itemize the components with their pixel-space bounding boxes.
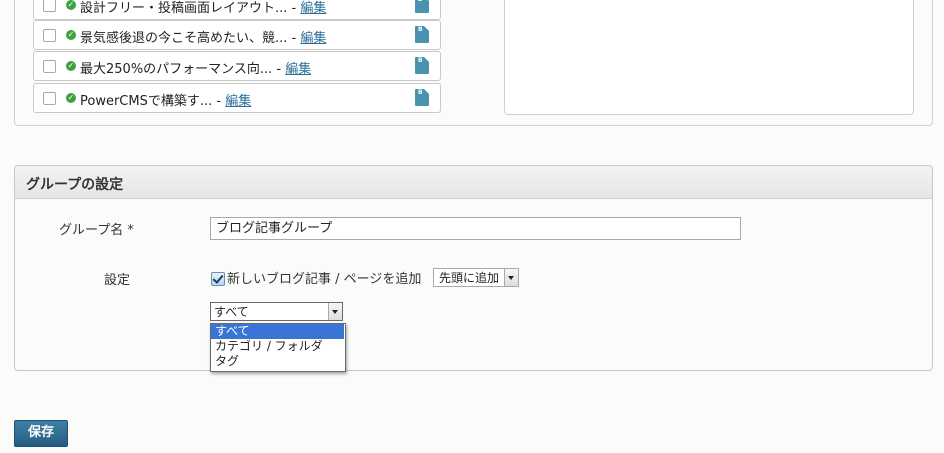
blog-entry-icon: B — [415, 0, 429, 13]
chevron-down-icon — [328, 303, 342, 320]
save-button[interactable]: 保存 — [14, 420, 68, 447]
entry-list: ✓ 設計フリー・投稿画面レイアウト... - 編集 B ✓ 景気感後退の今こそ高… — [33, 0, 441, 113]
panel-title: グループの設定 — [26, 177, 124, 193]
settings-label: 設定 — [104, 273, 131, 288]
check-circle-icon: ✓ — [66, 93, 76, 103]
group-items-pane[interactable] — [504, 0, 914, 115]
filter-option-tag[interactable]: タグ — [211, 354, 344, 369]
entry-title: PowerCMSで構築す... - — [80, 94, 226, 109]
filter-dropdown-list: すべて カテゴリ / フォルダ タグ — [210, 323, 346, 372]
chevron-down-icon — [504, 269, 518, 286]
check-circle-icon: ✓ — [66, 0, 76, 10]
add-new-checkbox[interactable] — [211, 272, 225, 286]
insert-position-value: 先頭に追加 — [439, 271, 500, 285]
blog-entry-icon: B — [415, 26, 429, 43]
entry-title: 最大250%のパフォーマンス向... - — [80, 62, 286, 77]
edit-link[interactable]: 編集 — [285, 62, 311, 77]
insert-position-select[interactable]: 先頭に追加 — [433, 268, 519, 287]
filter-option-all[interactable]: すべて — [211, 324, 344, 339]
entry-checkbox[interactable] — [43, 29, 56, 42]
check-circle-icon: ✓ — [66, 61, 76, 71]
entry-title: 設計フリー・投稿画面レイアウト... - — [80, 1, 301, 16]
list-item: ✓ PowerCMSで構築す... - 編集 B — [33, 83, 441, 113]
entry-checkbox[interactable] — [43, 92, 56, 105]
entry-title: 景気感後退の今こそ高めたい、競... - — [80, 31, 301, 46]
edit-link[interactable]: 編集 — [300, 31, 326, 46]
list-item: ✓ 景気感後退の今こそ高めたい、競... - 編集 B — [33, 20, 441, 50]
filter-select[interactable]: すべて — [210, 302, 343, 321]
group-name-input[interactable]: ブログ記事グループ — [210, 217, 741, 240]
entry-checkbox[interactable] — [43, 0, 56, 12]
add-new-label: 新しいブログ記事 / ページを追加 — [227, 272, 422, 287]
panel-header: グループの設定 — [15, 166, 932, 199]
group-name-label: グループ名 * — [59, 223, 134, 238]
filter-select-value: すべて — [214, 305, 249, 319]
list-item: ✓ 最大250%のパフォーマンス向... - 編集 B — [33, 51, 441, 81]
edit-link[interactable]: 編集 — [300, 1, 326, 16]
list-item: ✓ 設計フリー・投稿画面レイアウト... - 編集 B — [33, 0, 441, 20]
blog-entry-icon: B — [415, 57, 429, 74]
edit-link[interactable]: 編集 — [225, 94, 251, 109]
check-circle-icon: ✓ — [66, 30, 76, 40]
entry-checkbox[interactable] — [43, 60, 56, 73]
filter-option-category[interactable]: カテゴリ / フォルダ — [211, 339, 344, 354]
blog-entry-icon: B — [415, 89, 429, 106]
